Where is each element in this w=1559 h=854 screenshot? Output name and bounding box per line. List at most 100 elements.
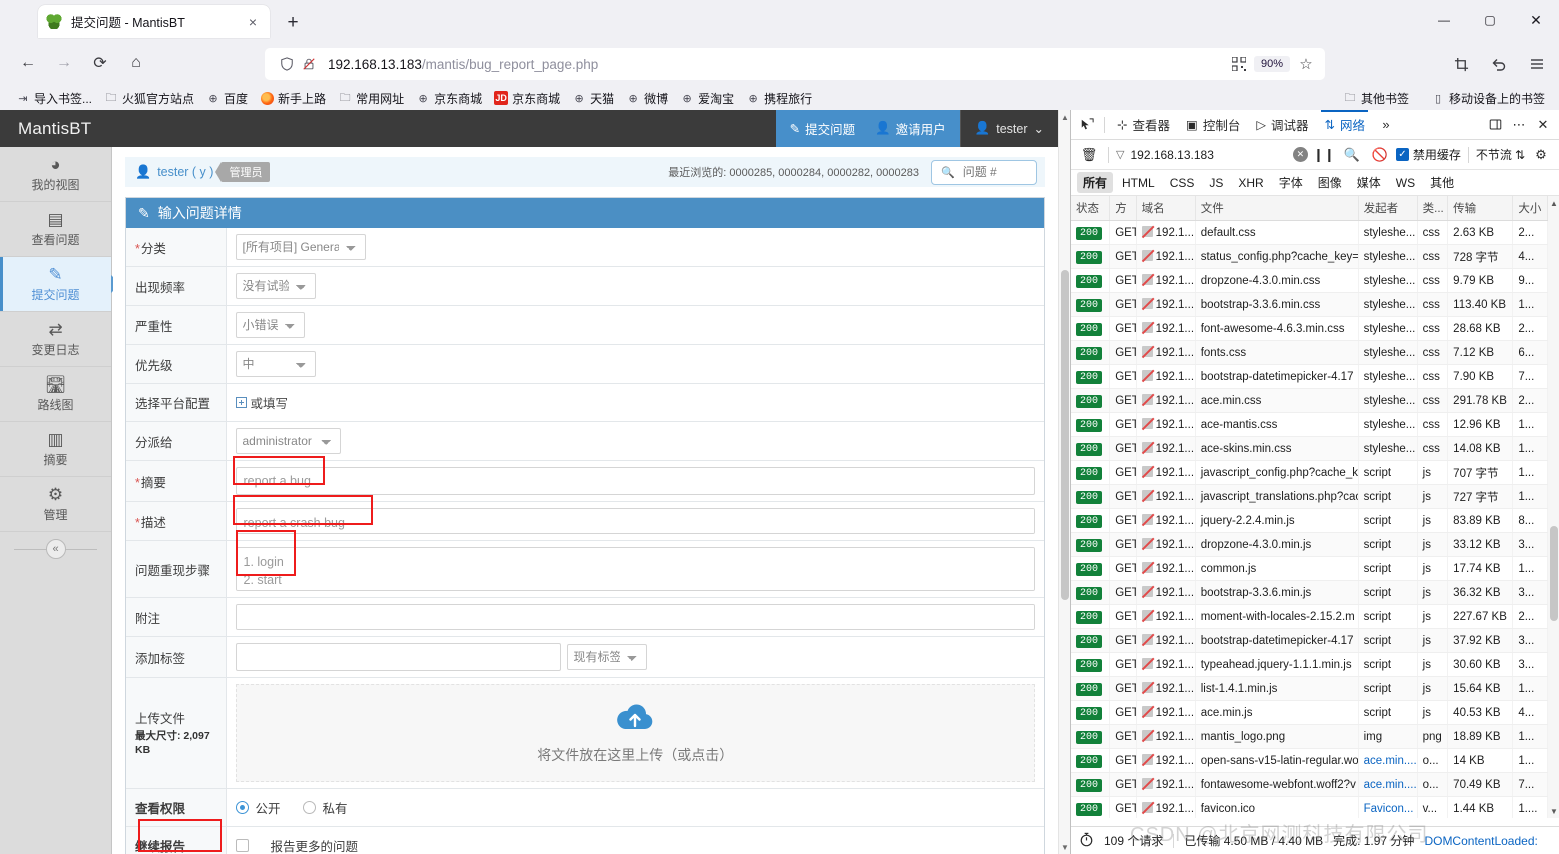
network-scrollbar[interactable]: ▲ ▼ (1548, 196, 1559, 818)
sidebar-item-my-view[interactable]: ◕ 我的视图 (0, 147, 111, 202)
sidebar-item-view-issues[interactable]: ▤ 查看问题 (0, 202, 111, 257)
invite-user-button[interactable]: 👤 邀请用户 (865, 115, 956, 142)
shield-icon[interactable] (276, 53, 298, 75)
col-method[interactable]: 方 (1109, 196, 1137, 221)
bookmark-jd-2[interactable]: JD 京东商城 (488, 88, 566, 109)
col-size[interactable]: 大小 (1512, 196, 1548, 221)
back-icon[interactable]: ← (12, 47, 44, 79)
lock-crossed-icon[interactable] (298, 53, 320, 75)
network-row[interactable]: 200 GET192.1...bootstrap-datetimepicker-4… (1071, 364, 1548, 389)
throttle-dropdown[interactable]: 不节流 ⇅ (1476, 146, 1525, 163)
scroll-up-icon[interactable]: ▲ (1059, 110, 1070, 124)
network-row[interactable]: 200 GET192.1...ace.min.jsscriptjs40.53 KB… (1071, 700, 1548, 725)
network-row[interactable]: 200 GET192.1...ace-skins.min.cssstyleshe.… (1071, 436, 1548, 461)
steps-textarea[interactable]: 1. login 2. start (235, 547, 1035, 591)
devtools-tab-console[interactable]: ▣ 控制台 (1179, 110, 1247, 140)
network-row[interactable]: 200 GET192.1...mantis_logo.pngimgpng18.89… (1071, 724, 1548, 749)
user-menu[interactable]: 👤 tester ⌄ (959, 110, 1058, 147)
type-filter-all[interactable]: 所有 (1077, 172, 1114, 193)
network-row[interactable]: 200 GET192.1...dropzone-4.3.0.min.jsscrip… (1071, 532, 1548, 557)
col-status[interactable]: 状态 (1071, 196, 1111, 221)
network-row[interactable]: 200 GET192.1...ace-mantis.cssstyleshe...c… (1071, 412, 1548, 437)
col-transferred[interactable]: 传输 (1447, 196, 1514, 221)
page-scrollbar-thumb[interactable] (1061, 270, 1069, 600)
scroll-down-icon[interactable]: ▼ (1548, 804, 1559, 818)
maximize-button[interactable]: ▢ (1467, 0, 1513, 40)
issue-search-input[interactable] (960, 164, 1027, 180)
undo-icon[interactable] (1483, 48, 1515, 80)
bookmark-weibo[interactable]: ⊕ 微博 (620, 88, 674, 109)
report-issue-button[interactable]: ✎ 提交问题 (780, 115, 866, 142)
network-row[interactable]: 200 GET192.1...status_config.php?cache_ke… (1071, 244, 1548, 269)
network-row[interactable]: 200 GET192.1...jquery-2.2.4.min.jsscriptj… (1071, 508, 1548, 533)
network-row[interactable]: 200 GET192.1...bootstrap-3.3.6.min.jsscri… (1071, 580, 1548, 605)
type-filter-xhr[interactable]: XHR (1232, 174, 1269, 192)
bookmark-baidu[interactable]: ⊕ 百度 (200, 88, 254, 109)
type-filter-ws[interactable]: WS (1390, 174, 1421, 192)
current-user-name[interactable]: tester ( y ) (157, 165, 213, 179)
devtools-tab-inspector[interactable]: ⊹ 查看器 (1110, 110, 1177, 140)
network-row[interactable]: 200 GET192.1...font-awesome-4.6.3.min.css… (1071, 316, 1548, 341)
view-status-private-option[interactable]: 私有 (302, 798, 348, 817)
network-filter-input[interactable]: ▽ 192.168.13.183 (1116, 148, 1289, 162)
qr-code-icon[interactable] (1228, 55, 1250, 73)
pause-icon[interactable]: ❙❙ (1312, 143, 1336, 167)
element-picker-icon[interactable] (1075, 113, 1099, 137)
bookmark-common-sites[interactable]: 🗀 常用网址 (332, 88, 410, 109)
trash-icon[interactable]: 🗑 (1077, 143, 1101, 167)
scroll-down-icon[interactable]: ▼ (1059, 840, 1070, 854)
network-scrollbar-thumb[interactable] (1550, 526, 1558, 621)
crop-icon[interactable] (1445, 48, 1477, 80)
sidebar-item-report-issue[interactable]: ✎ 提交问题 (0, 257, 120, 312)
meatball-menu-icon[interactable]: ⋯ (1507, 113, 1531, 137)
bookmark-taobao[interactable]: ⊕ 爱淘宝 (674, 88, 740, 109)
bookmark-import[interactable]: ⇥ 导入书签... (10, 88, 98, 109)
bookmark-jd-1[interactable]: ⊕ 京东商城 (410, 88, 488, 109)
network-row[interactable]: 200GET192.1...ace.min.cssstyleshe...css2… (1071, 388, 1548, 413)
search-icon[interactable]: 🔍 (1340, 143, 1364, 167)
file-dropzone[interactable]: 将文件放在这里上传（或点击） (235, 684, 1035, 782)
bookmark-ctrip[interactable]: ⊕ 携程旅行 (740, 88, 818, 109)
home-icon[interactable]: ⌂ (120, 47, 152, 79)
network-row[interactable]: 200 GET192.1...bootstrap-datetimepicker-4… (1071, 628, 1548, 653)
col-initiator[interactable]: 发起者 (1358, 196, 1418, 221)
type-filter-js[interactable]: JS (1203, 174, 1229, 192)
network-row[interactable]: 200 GET192.1...javascript_config.php?cach… (1071, 460, 1548, 485)
close-icon[interactable]: ✕ (1531, 113, 1555, 137)
more-tabs-icon[interactable]: » (1374, 113, 1398, 137)
reload-icon[interactable]: ⟳ (84, 47, 116, 79)
gear-icon[interactable]: ⚙ (1529, 143, 1553, 167)
devtools-tab-debugger[interactable]: ▷ 调试器 (1249, 110, 1315, 140)
block-icon[interactable]: 🚫 (1368, 143, 1392, 167)
additional-textarea[interactable] (235, 604, 1035, 630)
view-status-public-option[interactable]: 公开 (235, 798, 281, 817)
sidebar-item-summary[interactable]: ▥ 摘要 (0, 422, 111, 477)
platform-fill-link[interactable]: 或填写 (235, 393, 1036, 412)
network-row[interactable]: 200 GET192.1...common.jsscriptjs17.74 KB1… (1071, 556, 1548, 581)
network-row[interactable]: 200 GET192.1...dropzone-4.3.0.min.cssstyl… (1071, 268, 1548, 293)
window-close-button[interactable]: ✕ (1513, 0, 1559, 40)
type-filter-images[interactable]: 图像 (1312, 172, 1348, 193)
bookmark-mobile[interactable]: ▯ 移动设备上的书签 (1425, 88, 1551, 109)
bookmark-other[interactable]: 🗀 其他书签 (1337, 88, 1415, 109)
browser-tab[interactable]: 提交问题 - MantisBT × (38, 5, 270, 38)
bookmark-firefox-site[interactable]: 🗀 火狐官方站点 (98, 88, 200, 109)
bookmark-star-icon[interactable]: ☆ (1294, 52, 1318, 76)
network-row[interactable]: 200GET192.1...list-1.4.1.min.jsscriptjs1… (1071, 676, 1548, 701)
type-filter-css[interactable]: CSS (1164, 174, 1201, 192)
issue-search-box[interactable]: 🔍 (931, 159, 1037, 185)
minimize-button[interactable]: — (1421, 0, 1467, 40)
network-row[interactable]: 200 GET192.1...typeahead.jquery-1.1.1.min… (1071, 652, 1548, 677)
network-row[interactable]: 200 GET192.1...javascript_translations.ph… (1071, 484, 1548, 509)
description-textarea[interactable]: report a crash bug (235, 508, 1035, 534)
network-row[interactable]: 200 GET192.1...fonts.cssstyleshe...css7.1… (1071, 340, 1548, 365)
network-row[interactable]: 200GET192.1...favicon.icoFavicon...v...1… (1071, 796, 1548, 818)
network-row[interactable]: 200 GET192.1...open-sans-v15-latin-regula… (1071, 748, 1548, 773)
zoom-level-indicator[interactable]: 90% (1253, 56, 1290, 72)
col-file[interactable]: 文件 (1195, 196, 1359, 221)
sidebar-collapse-button[interactable]: « (0, 532, 111, 566)
clear-filter-icon[interactable]: ✕ (1292, 147, 1308, 162)
reproducibility-select[interactable]: 没有试验 (235, 273, 316, 299)
sidebar-item-roadmap[interactable]: 🛣 路线图 (0, 367, 111, 422)
type-filter-fonts[interactable]: 字体 (1273, 172, 1309, 193)
